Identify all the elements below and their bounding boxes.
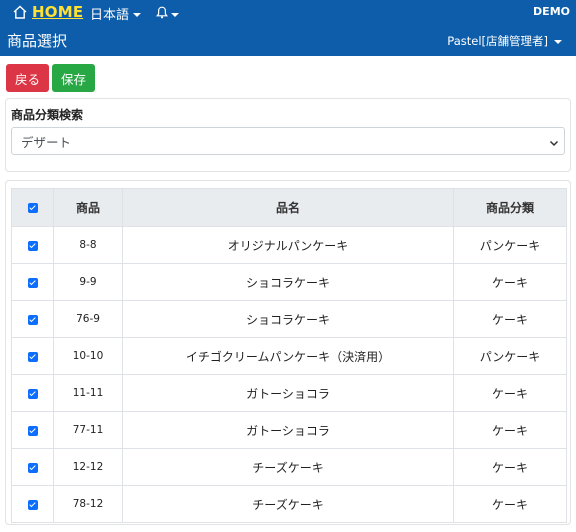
product-code: 78-12 [53,485,123,523]
save-button[interactable]: 保存 [52,64,95,92]
user-menu[interactable]: Pastel[店舗管理者] [447,33,562,49]
environment-label: DEMO [533,5,570,18]
top-navbar: HOME 日本語 DEMO 商品選択 Pastel[店舗管理者] [0,0,576,56]
table-row[interactable]: 9-9 ショコラケーキ ケーキ [11,263,567,301]
select-all-checkbox[interactable] [27,203,38,213]
page-title: 商品選択 [7,32,68,50]
home-icon [12,4,28,20]
row-select-cell [11,226,54,264]
product-code: 8-8 [53,226,123,264]
product-category: パンケーキ [453,337,567,375]
row-checkbox[interactable] [27,277,38,288]
product-category: ケーキ [453,411,567,449]
chevron-down-icon [171,12,179,17]
row-select-cell [11,374,54,412]
product-category: ケーキ [453,263,567,301]
product-code: 11-11 [53,374,123,412]
category-filter-card: 商品分類検索 デザート [5,98,571,172]
home-label: HOME [32,3,84,21]
product-name: ガトーショコラ [122,374,454,412]
column-header-name: 品名 [122,188,454,227]
row-select-cell [11,448,54,486]
row-checkbox[interactable] [27,351,38,362]
language-label: 日本語 [90,8,130,23]
language-dropdown[interactable]: 日本語 [90,4,142,23]
select-all-cell [11,188,54,227]
table-row[interactable]: 78-12 チーズケーキ ケーキ [11,485,567,523]
home-link[interactable]: HOME [12,3,83,21]
row-checkbox[interactable] [27,240,38,251]
product-code: 76-9 [53,300,123,338]
row-select-cell [11,337,54,375]
product-code: 77-11 [53,411,123,449]
product-code: 10-10 [53,337,123,375]
product-table: 商品 品名 商品分類 8-8 オリジナルパンケーキ パンケーキ 9-9 ショコラケーキケ… [11,188,567,523]
category-select-value: デザート [21,134,72,150]
row-checkbox[interactable] [27,314,38,325]
row-checkbox[interactable] [27,425,38,436]
product-name: イチゴクリームパンケーキ（決済用） [122,337,454,375]
table-row[interactable]: 77-11 ガトーショコラ ケーキ [11,411,567,449]
product-table-card: 商品 品名 商品分類 8-8 オリジナルパンケーキ パンケーキ 9-9 ショコラケーキケ… [5,180,571,525]
chevron-down-icon [554,40,562,44]
table-row[interactable]: 11-11 ガトーショコラ ケーキ [11,374,567,412]
product-code: 9-9 [53,263,123,301]
row-select-cell [11,300,54,338]
row-select-cell [11,411,54,449]
column-header-category: 商品分類 [453,188,567,227]
chevron-down-icon [549,136,559,151]
table-row[interactable]: 76-9 ショコラケーキ ケーキ [11,300,567,338]
product-code: 12-12 [53,448,123,486]
table-header-row: 商品 品名 商品分類 [11,188,567,227]
bell-icon [155,4,169,23]
table-row[interactable]: 12-12 チーズケーキ ケーキ [11,448,567,486]
product-category: ケーキ [453,448,567,486]
product-category: ケーキ [453,374,567,412]
product-name: オリジナルパンケーキ [122,226,454,264]
category-select[interactable]: デザート [11,127,565,155]
row-select-cell [11,263,54,301]
product-name: ショコラケーキ [122,263,454,301]
product-name: ショコラケーキ [122,300,454,338]
row-checkbox[interactable] [27,462,38,473]
row-checkbox[interactable] [27,499,38,510]
product-name: チーズケーキ [122,448,454,486]
row-checkbox[interactable] [27,388,38,399]
product-name: ガトーショコラ [122,411,454,449]
product-category: パンケーキ [453,226,567,264]
user-label: Pastel[店舗管理者] [447,34,548,48]
product-category: ケーキ [453,485,567,523]
category-filter-label: 商品分類検索 [11,108,84,122]
chevron-down-icon [133,12,142,17]
column-header-code: 商品 [53,188,123,227]
back-button[interactable]: 戻る [6,64,49,92]
row-select-cell [11,485,54,523]
product-name: チーズケーキ [122,485,454,523]
table-row[interactable]: 8-8 オリジナルパンケーキ パンケーキ [11,226,567,264]
product-category: ケーキ [453,300,567,338]
table-row[interactable]: 10-10 イチゴクリームパンケーキ（決済用） パンケーキ [11,337,567,375]
notifications-dropdown[interactable] [155,4,179,23]
